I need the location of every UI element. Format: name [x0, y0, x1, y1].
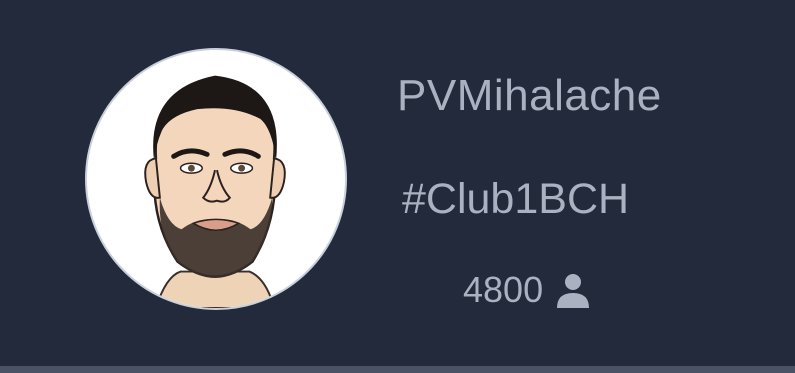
avatar-illustration [144, 75, 286, 308]
follower-count-row[interactable]: 4800 [463, 268, 593, 312]
follower-count: 4800 [463, 269, 544, 310]
club-tag[interactable]: #Club1BCH [402, 178, 629, 221]
profile-card: PVMihalache #Club1BCH 4800 [0, 0, 795, 366]
bottom-border [0, 366, 795, 373]
user-icon [553, 270, 593, 310]
avatar[interactable] [85, 48, 347, 310]
username[interactable]: PVMihalache [397, 74, 662, 118]
